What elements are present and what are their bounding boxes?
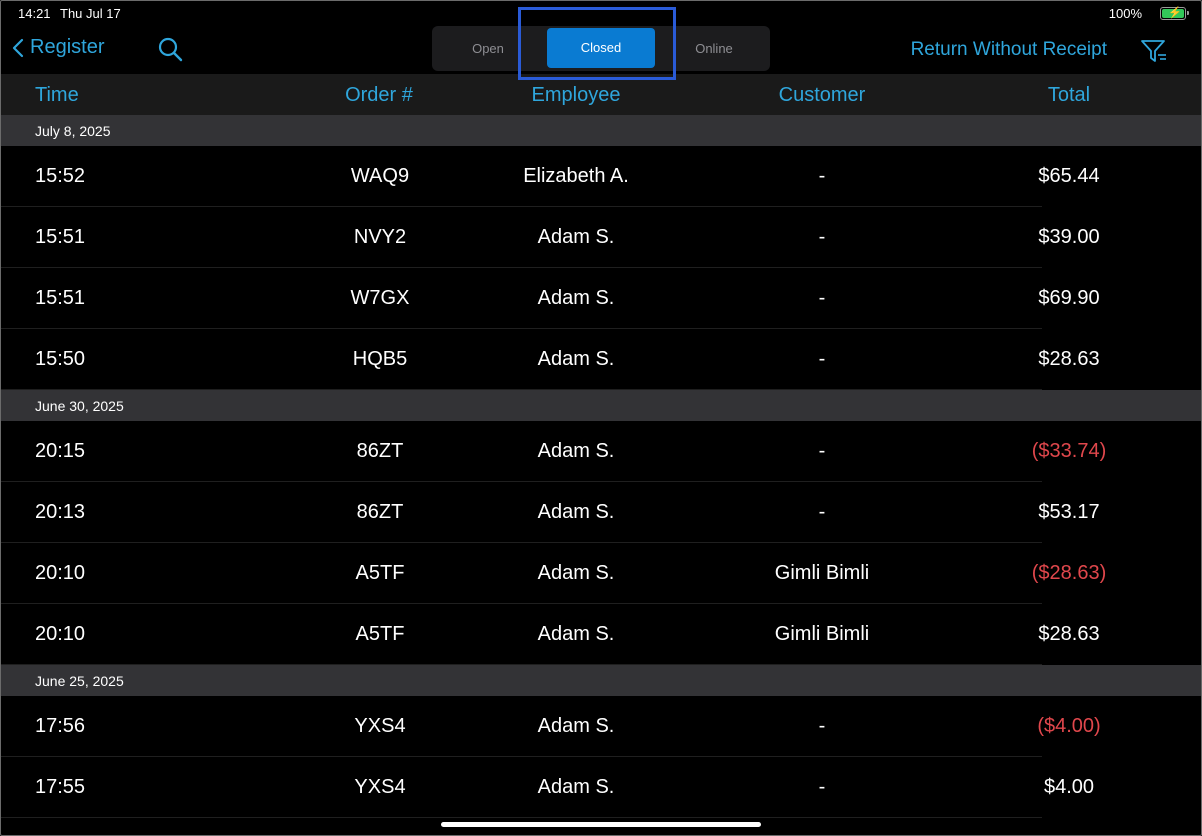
home-indicator[interactable]: [441, 822, 761, 827]
search-icon: [158, 37, 183, 62]
date-group-header: June 25, 2025: [0, 665, 1202, 696]
order-employee: Elizabeth A.: [523, 165, 629, 187]
date-group-label: June 25, 2025: [35, 673, 124, 689]
order-employee: Adam S.: [537, 562, 615, 584]
order-row[interactable]: 15:50 HQB5 Adam S. - $28.63: [0, 329, 1202, 390]
order-status-segmented-control: Open Closed Online: [432, 26, 770, 71]
date-group-header: June 30, 2025: [0, 390, 1202, 421]
order-employee: Adam S.: [537, 348, 615, 370]
order-number: WAQ9: [350, 165, 410, 187]
nav-bar: Register Open Closed Online Return Witho…: [0, 26, 1202, 74]
order-total: ($28.63): [1031, 562, 1107, 584]
order-customer: -: [818, 165, 826, 187]
search-button[interactable]: [157, 36, 183, 67]
order-customer: -: [818, 226, 826, 248]
order-customer: Gimli Bimli: [774, 623, 870, 645]
battery-icon: ⚡: [1160, 7, 1186, 20]
order-employee: Adam S.: [537, 287, 615, 309]
order-row[interactable]: 15:51 NVY2 Adam S. - $39.00: [0, 207, 1202, 268]
order-customer: -: [818, 776, 826, 798]
order-customer: -: [818, 501, 826, 523]
order-number: A5TF: [355, 623, 405, 645]
order-time: 15:51: [35, 226, 86, 248]
order-total: $53.17: [1038, 501, 1100, 523]
segment-online[interactable]: Online: [658, 26, 770, 71]
row-divider: [0, 817, 1042, 818]
order-total: ($33.74): [1031, 440, 1107, 462]
order-time: 17:56: [35, 715, 86, 737]
order-employee: Adam S.: [537, 440, 615, 462]
order-employee: Adam S.: [537, 623, 615, 645]
status-date: Thu Jul 17: [60, 6, 121, 21]
order-number: YXS4: [354, 776, 406, 798]
order-employee: Adam S.: [537, 226, 615, 248]
date-group-label: June 30, 2025: [35, 398, 124, 414]
order-row[interactable]: 17:56 YXS4 Adam S. - ($4.00): [0, 696, 1202, 757]
order-customer: -: [818, 348, 826, 370]
chevron-left-icon: [12, 38, 24, 57]
order-row[interactable]: 20:10 A5TF Adam S. Gimli Bimli ($28.63): [0, 543, 1202, 604]
order-time: 15:52: [35, 165, 86, 187]
order-time: 15:50: [35, 348, 86, 370]
col-order: Order #: [345, 84, 413, 106]
filter-button[interactable]: [1140, 38, 1168, 69]
order-time: 20:10: [35, 562, 86, 584]
order-number: YXS4: [354, 715, 406, 737]
order-total: $28.63: [1038, 623, 1100, 645]
col-customer: Customer: [778, 84, 866, 106]
order-time: 15:51: [35, 287, 86, 309]
status-time: 14:21: [18, 6, 51, 21]
order-total: $69.90: [1038, 287, 1100, 309]
order-total: $28.63: [1038, 348, 1100, 370]
filter-icon: [1141, 40, 1166, 62]
order-time: 20:10: [35, 623, 86, 645]
return-without-receipt-button[interactable]: Return Without Receipt: [911, 39, 1107, 61]
order-number: NVY2: [353, 226, 407, 248]
order-row[interactable]: 17:55 YXS4 Adam S. - $4.00: [0, 757, 1202, 818]
table-header: Time Order # Employee Customer Total: [0, 74, 1202, 115]
order-customer: -: [818, 715, 826, 737]
battery-percent: 100%: [1108, 6, 1142, 21]
order-total: $65.44: [1038, 165, 1100, 187]
order-row[interactable]: 20:15 86ZT Adam S. - ($33.74): [0, 421, 1202, 482]
col-employee: Employee: [531, 84, 621, 106]
order-number: 86ZT: [356, 501, 404, 523]
date-group-label: July 8, 2025: [35, 123, 111, 139]
segment-closed[interactable]: Closed: [547, 28, 655, 68]
order-time: 17:55: [35, 776, 86, 798]
order-number: A5TF: [355, 562, 405, 584]
back-label: Register: [30, 36, 105, 58]
order-employee: Adam S.: [537, 776, 615, 798]
status-bar: 14:21 Thu Jul 17 100% ⚡: [0, 0, 1202, 26]
order-employee: Adam S.: [537, 501, 615, 523]
order-number: W7GX: [350, 287, 410, 309]
order-total: $4.00: [1043, 776, 1095, 798]
order-number: 86ZT: [356, 440, 404, 462]
order-employee: Adam S.: [537, 715, 615, 737]
order-customer: Gimli Bimli: [774, 562, 870, 584]
order-total: $39.00: [1038, 226, 1100, 248]
order-time: 20:13: [35, 501, 86, 523]
order-customer: -: [818, 440, 826, 462]
order-row[interactable]: 15:51 W7GX Adam S. - $69.90: [0, 268, 1202, 329]
segment-open[interactable]: Open: [432, 26, 544, 71]
order-customer: -: [818, 287, 826, 309]
date-group-header: July 8, 2025: [0, 115, 1202, 146]
order-total: ($4.00): [1037, 715, 1101, 737]
order-row[interactable]: 20:10 A5TF Adam S. Gimli Bimli $28.63: [0, 604, 1202, 665]
back-button[interactable]: Register: [12, 36, 104, 59]
order-row[interactable]: 15:52 WAQ9 Elizabeth A. - $65.44: [0, 146, 1202, 207]
order-row[interactable]: 20:13 86ZT Adam S. - $53.17: [0, 482, 1202, 543]
order-time: 20:15: [35, 440, 86, 462]
order-number: HQB5: [352, 348, 408, 370]
col-total: Total: [1047, 84, 1091, 106]
col-time: Time: [35, 84, 79, 106]
